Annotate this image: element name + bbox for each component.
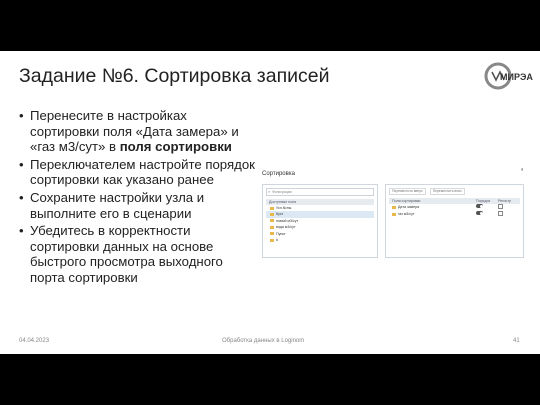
order-cell (476, 211, 498, 218)
task-text: Убедитесь в корректности сортировки данн… (30, 223, 223, 285)
case-cell (498, 210, 520, 219)
field-label: Усл.№ны (276, 206, 292, 210)
filter-input[interactable]: ⌕ Фильтрация (266, 188, 374, 196)
field-type-icon (270, 206, 274, 210)
field-type-icon (392, 212, 396, 216)
field-label: Куст (276, 212, 284, 217)
footer-date: 04.04.2023 (19, 338, 50, 344)
sort-fields-list: Дата замера газ м3/сут (386, 203, 523, 219)
task-item: • Убедитесь в корректности сортировки дан… (19, 223, 259, 285)
order-toggle[interactable] (476, 211, 483, 215)
slide: Задание №6. Сортировка записей МИРЭА • Пе… (0, 51, 540, 354)
available-fields-panel: ⌕ Фильтрация Доступные поля Усл.№ны Куст н… (262, 184, 378, 258)
task-text-bold: поля сортировки (119, 139, 232, 155)
sort-section-label: Сортировка (262, 171, 295, 177)
sort-fields-panel: Переместить вверх Переместить вниз Поля … (385, 184, 524, 258)
footer-title: Обработка данных в Loginom (222, 338, 305, 344)
order-cell (476, 204, 498, 211)
task-text: Сохраните настройки узла и выполните его… (30, 189, 205, 221)
bullet-dot: • (19, 223, 24, 239)
sort-toolbar: Переместить вверх Переместить вниз (389, 188, 520, 195)
task-text: Переключателем настройте порядок сортиро… (30, 156, 255, 188)
sort-field-label: Дата замера (398, 205, 420, 209)
search-icon: ⌕ (268, 189, 271, 194)
case-checkbox[interactable] (498, 203, 503, 209)
bullet-dot: • (19, 156, 24, 172)
bullet-dot: • (19, 108, 24, 123)
move-down-button[interactable]: Переместить вниз (429, 188, 465, 195)
field-type-icon (392, 205, 396, 209)
field-label: новый м3/сут (276, 218, 299, 223)
sort-field-label: газ м3/сут (398, 212, 415, 216)
field-type-icon (270, 212, 274, 216)
available-field-item[interactable]: # (266, 237, 374, 243)
field-type-icon (270, 238, 274, 242)
sort-field-row[interactable]: газ м3/сут (389, 210, 520, 219)
field-label: # (276, 237, 278, 242)
move-up-button[interactable]: Переместить вверх (389, 188, 426, 195)
field-type-icon (270, 219, 274, 223)
page-number: 41 (513, 338, 520, 344)
task-item: • Переключателем настройте порядок сортир… (19, 157, 259, 188)
corner-mark: ᵃ (521, 168, 524, 174)
logo-text: МИРЭА (500, 72, 533, 82)
available-fields-list: Усл.№ны Куст новый м3/сут вода м3/сут Пункт # (263, 205, 377, 243)
slide-title: Задание №6. Сортировка записей (19, 65, 330, 87)
filter-placeholder: Фильтрация (272, 190, 292, 194)
sort-field-cell: газ м3/сут (389, 211, 476, 218)
task-list: • Перенесите в настройках сортировки поля… (19, 108, 259, 288)
task-item: • Перенесите в настройках сортировки поля… (19, 108, 259, 155)
field-type-icon (270, 232, 274, 236)
sort-field-cell: Дата замера (389, 204, 476, 211)
task-item: • Сохраните настройки узла и выполните ег… (19, 190, 259, 221)
mirea-logo: МИРЭА (484, 62, 533, 90)
order-toggle[interactable] (476, 204, 483, 208)
field-type-icon (270, 225, 274, 229)
field-label: Пункт (276, 231, 286, 236)
case-checkbox[interactable] (498, 210, 503, 216)
bullet-dot: • (19, 189, 24, 205)
field-label: вода м3/сут (276, 225, 296, 230)
